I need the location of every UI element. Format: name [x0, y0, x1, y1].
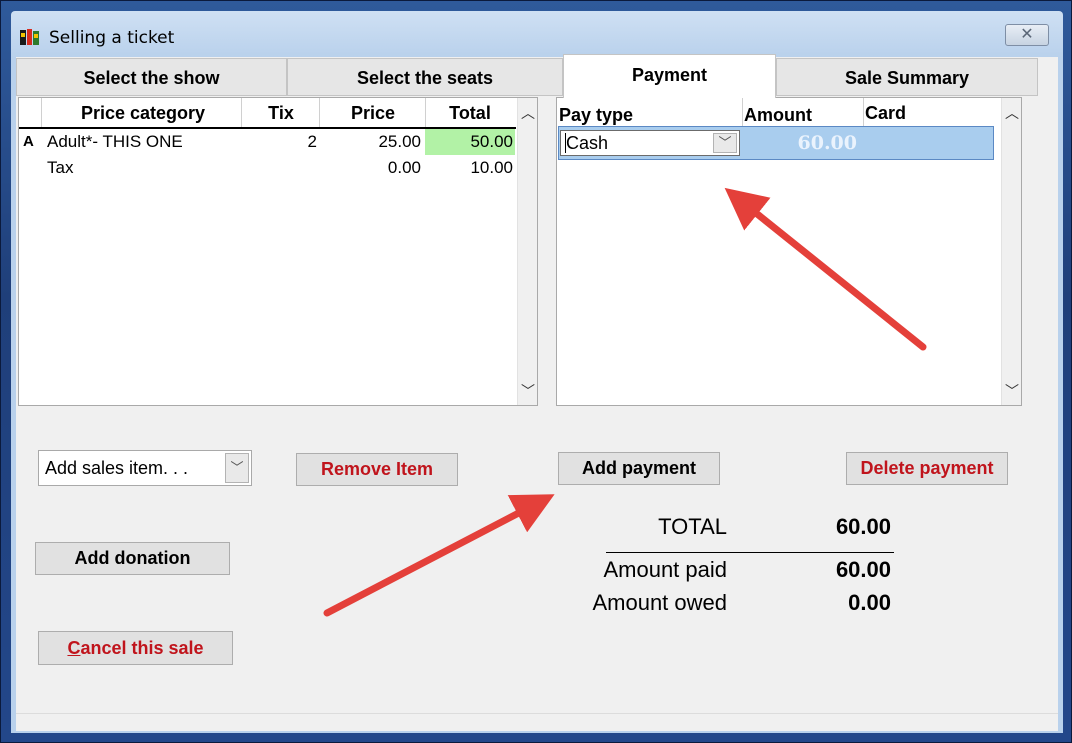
- total-label: TOTAL: [658, 514, 727, 539]
- status-strip: [16, 713, 1058, 731]
- remove-item-button[interactable]: Remove Item: [296, 453, 458, 486]
- window-frame: Selling a ticket ✕ Select the show Selec…: [0, 0, 1072, 743]
- table-cell-price[interactable]: 25.00: [321, 129, 421, 155]
- amount-owed-label: Amount owed: [592, 590, 727, 615]
- table-cell-category[interactable]: Adult*- THIS ONE: [47, 129, 239, 155]
- payments-table: Pay type Amount Card Cash ﹀ 60.00 ︿ ﹀: [556, 97, 1022, 406]
- window-title: Selling a ticket: [49, 28, 175, 48]
- vertical-scrollbar[interactable]: ︿ ﹀: [517, 98, 537, 405]
- table-cell-price[interactable]: 0.00: [321, 155, 421, 181]
- scroll-up-icon[interactable]: ︿: [1002, 103, 1022, 123]
- scroll-down-icon[interactable]: ﹀: [1002, 381, 1022, 401]
- tab-sale-summary[interactable]: Sale Summary: [776, 58, 1038, 96]
- table-cell-total[interactable]: 10.00: [425, 155, 515, 181]
- amount-paid-value: 60.00: [835, 557, 891, 582]
- col-header-price-category[interactable]: Price category: [47, 98, 239, 128]
- tab-payment[interactable]: Payment: [563, 54, 776, 98]
- vertical-scrollbar[interactable]: ︿ ﹀: [1001, 98, 1021, 405]
- row-marker: A: [23, 133, 34, 150]
- table-cell-category[interactable]: Tax: [47, 155, 239, 181]
- col-header-card[interactable]: Card: [865, 98, 985, 128]
- tab-select-the-show[interactable]: Select the show: [16, 58, 287, 96]
- column-divider: [742, 98, 743, 127]
- app-icon: [19, 27, 41, 47]
- col-header-total[interactable]: Total: [425, 98, 515, 128]
- summary-divider: [606, 552, 894, 553]
- column-divider: [863, 98, 864, 127]
- delete-payment-button[interactable]: Delete payment: [846, 452, 1008, 485]
- add-payment-button[interactable]: Add payment: [558, 452, 720, 485]
- col-header-tix[interactable]: Tix: [241, 98, 321, 128]
- cancel-sale-accelerator: C: [67, 638, 81, 658]
- payment-amount[interactable]: 60.00: [745, 130, 863, 156]
- column-divider: [41, 98, 42, 127]
- close-icon[interactable]: ✕: [1005, 24, 1049, 46]
- window-body: Select the show Select the seats Payment…: [11, 54, 1063, 733]
- column-divider: [425, 98, 426, 127]
- tab-select-the-seats[interactable]: Select the seats: [287, 58, 563, 96]
- scroll-up-icon[interactable]: ︿: [518, 103, 538, 123]
- table-cell-total-highlighted[interactable]: 50.00: [425, 129, 515, 155]
- column-divider: [241, 98, 242, 127]
- pay-type-dropdown[interactable]: Cash ﹀: [560, 130, 740, 156]
- col-header-price[interactable]: Price: [321, 98, 425, 128]
- chevron-down-icon[interactable]: ﹀: [225, 453, 249, 483]
- amount-owed-value: 0.00: [848, 590, 891, 615]
- add-sales-item-dropdown[interactable]: Add sales item. . . ﹀: [38, 450, 252, 486]
- table-cell-tix[interactable]: 2: [241, 129, 317, 155]
- items-table: Price category Tix Price Total A Adult*-…: [18, 97, 538, 406]
- add-donation-button[interactable]: Add donation: [35, 542, 230, 575]
- cancel-sale-button[interactable]: Cancel this sale: [38, 631, 233, 665]
- pay-type-value: Cash: [566, 133, 609, 153]
- chevron-down-icon[interactable]: ﹀: [713, 133, 737, 153]
- text-caret: [565, 133, 566, 153]
- cancel-sale-label: ancel this sale: [80, 638, 204, 658]
- amount-paid-label: Amount paid: [603, 557, 727, 582]
- total-value: 60.00: [835, 514, 891, 539]
- client-area: Select the show Select the seats Payment…: [16, 54, 1058, 731]
- column-divider: [319, 98, 320, 127]
- add-sales-item-label: Add sales item. . .: [45, 458, 189, 478]
- scroll-down-icon[interactable]: ﹀: [518, 381, 538, 401]
